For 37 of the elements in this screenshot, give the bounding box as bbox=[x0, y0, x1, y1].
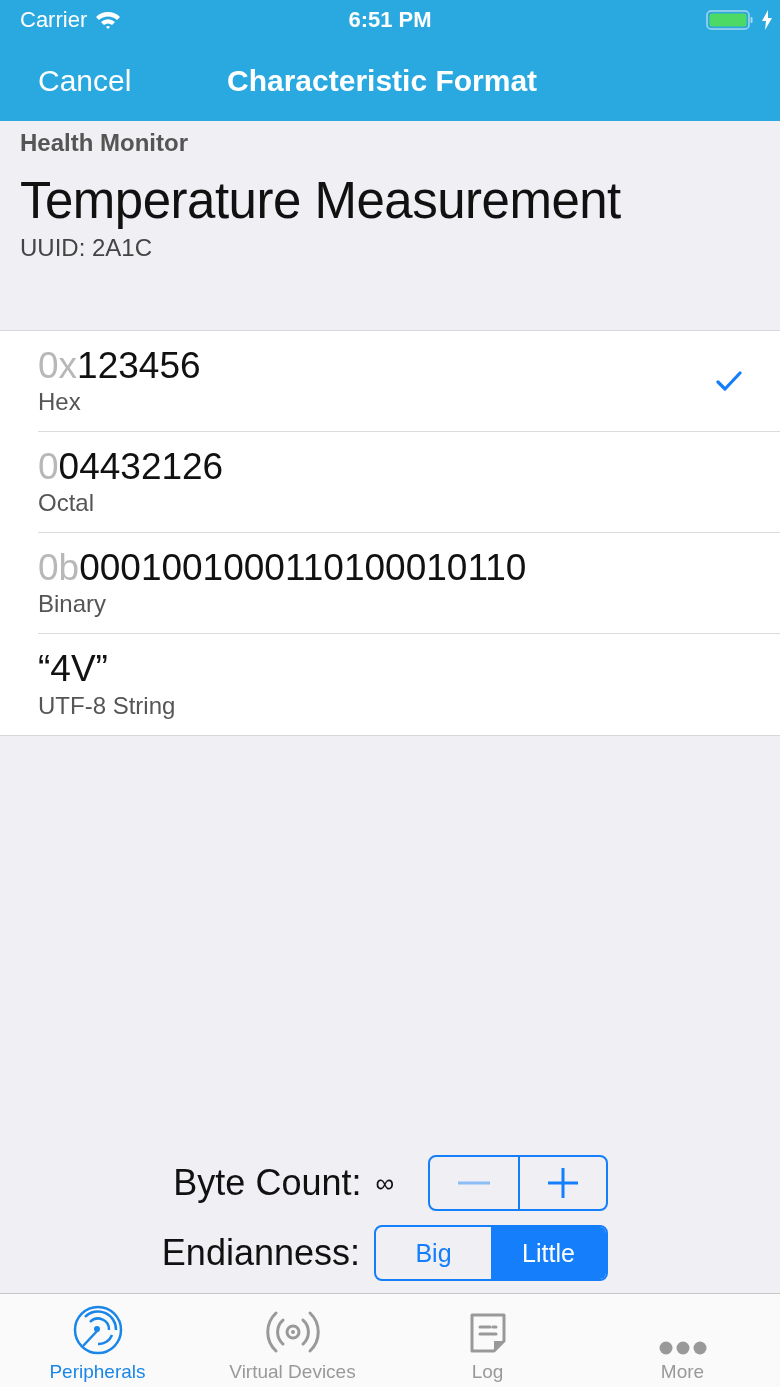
format-label: Binary bbox=[38, 590, 108, 619]
endianness-segment[interactable]: Little bbox=[491, 1227, 606, 1279]
format-value: 0x123456 bbox=[38, 345, 201, 387]
format-value: 0b0001001000110100010110 bbox=[38, 547, 527, 589]
screen-title: Characteristic Format bbox=[227, 63, 538, 98]
byte-count-value: ∞ bbox=[375, 1167, 394, 1199]
format-option[interactable]: 004432126 Octal bbox=[38, 432, 780, 533]
charging-icon bbox=[762, 10, 772, 30]
tab-item[interactable]: Log bbox=[390, 1294, 585, 1387]
format-value: 004432126 bbox=[38, 446, 224, 488]
broadcast-icon bbox=[265, 1309, 320, 1355]
wifi-icon bbox=[95, 10, 122, 30]
radar-icon bbox=[72, 1305, 123, 1355]
tab-item[interactable]: Virtual Devices bbox=[195, 1294, 390, 1387]
format-option[interactable]: 0b0001001000110100010110 Binary bbox=[38, 533, 780, 634]
format-label: UTF-8 String bbox=[38, 691, 176, 720]
byte-count-label: Byte Count: bbox=[173, 1162, 362, 1204]
cancel-button[interactable]: Cancel bbox=[0, 63, 132, 98]
endianness-segment[interactable]: Big bbox=[376, 1227, 491, 1279]
endianness-label: Endianness: bbox=[161, 1232, 360, 1274]
service-name: Health Monitor bbox=[20, 129, 189, 157]
format-label: Hex bbox=[38, 388, 82, 417]
format-value: “4V” bbox=[38, 649, 109, 690]
format-option[interactable]: 0x123456 Hex bbox=[38, 331, 780, 432]
tab-item[interactable]: Peripherals bbox=[0, 1294, 195, 1387]
carrier-label: Carrier bbox=[20, 7, 88, 33]
format-option[interactable]: “4V” UTF-8 String bbox=[38, 634, 780, 735]
minus-icon bbox=[458, 1181, 490, 1185]
clock-time: 6:51 PM bbox=[348, 7, 432, 33]
tab-item[interactable]: More bbox=[585, 1294, 780, 1387]
format-label: Octal bbox=[38, 489, 95, 518]
stepper-control[interactable] bbox=[428, 1155, 608, 1211]
more-icon bbox=[658, 1341, 707, 1355]
battery-icon bbox=[706, 9, 754, 31]
plus-icon bbox=[548, 1168, 578, 1198]
characteristic-name: Temperature Measurement bbox=[20, 171, 622, 230]
uuid-label: UUID: 2A1C bbox=[20, 234, 154, 262]
